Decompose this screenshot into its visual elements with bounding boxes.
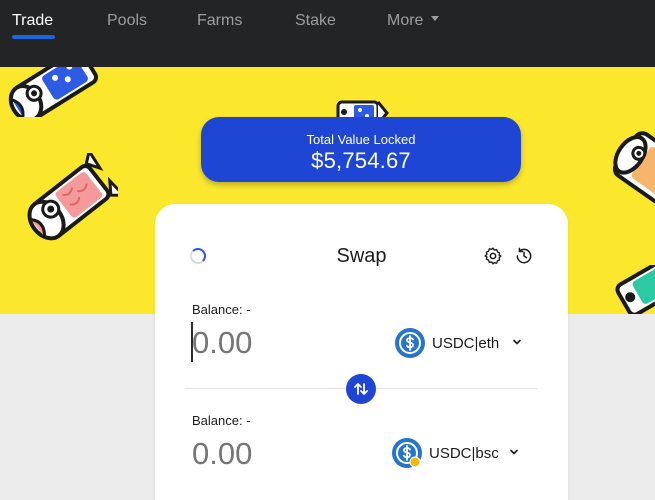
tvl-badge: Total Value Locked $5,754.67 bbox=[201, 117, 521, 182]
koi-decoration-pink-icon bbox=[27, 153, 118, 241]
to-balance-label: Balance: - bbox=[192, 413, 251, 428]
koi-decoration-teal-icon bbox=[615, 265, 655, 314]
to-amount-input[interactable] bbox=[192, 434, 362, 474]
top-nav: Trade Pools Farms Stake More bbox=[0, 0, 655, 67]
nav-item-pools[interactable]: Pools bbox=[107, 12, 147, 30]
nav-item-trade[interactable]: Trade bbox=[12, 12, 53, 30]
tvl-label: Total Value Locked bbox=[306, 132, 416, 147]
from-amount-input[interactable] bbox=[192, 323, 362, 363]
nav-item-stake[interactable]: Stake bbox=[295, 12, 336, 30]
usdc-token-icon bbox=[395, 328, 425, 358]
chevron-down-icon bbox=[510, 449, 518, 455]
from-balance-label: Balance: - bbox=[192, 302, 251, 317]
switch-tokens-button[interactable] bbox=[346, 374, 376, 404]
nav-item-more[interactable]: More bbox=[387, 12, 440, 30]
to-token-name: USDC|bsc bbox=[429, 445, 499, 462]
gear-icon[interactable] bbox=[483, 246, 503, 266]
swap-card: Swap Balance: - USDC|eth Balance: - bbox=[155, 204, 568, 500]
swap-title: Swap bbox=[336, 245, 387, 267]
from-token-name: USDC|eth bbox=[432, 335, 500, 352]
nav-active-indicator bbox=[12, 35, 55, 39]
caret-down-icon bbox=[431, 16, 440, 22]
chevron-down-icon bbox=[513, 339, 521, 345]
from-token-selector[interactable]: USDC|eth bbox=[395, 328, 525, 360]
to-token-selector[interactable]: USDC|bsc bbox=[392, 438, 522, 470]
history-icon[interactable] bbox=[514, 246, 534, 266]
tvl-value: $5,754.67 bbox=[311, 148, 411, 173]
usdc-bsc-token-icon bbox=[392, 438, 422, 468]
koi-decoration-orange-icon bbox=[612, 131, 655, 205]
swap-arrows-icon bbox=[354, 383, 368, 395]
koi-decoration-blue-icon bbox=[8, 67, 99, 117]
nav-item-farms[interactable]: Farms bbox=[197, 12, 242, 30]
nav-item-more-label: More bbox=[387, 12, 424, 29]
